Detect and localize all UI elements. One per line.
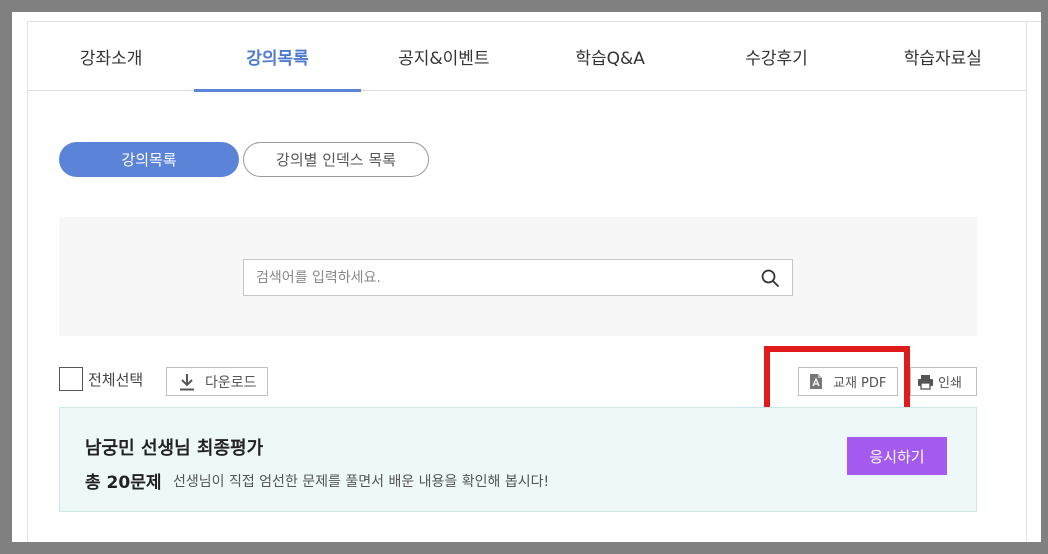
download-label: 다운로드 <box>205 374 257 391</box>
select-all-checkbox[interactable] <box>59 367 83 391</box>
exam-question-count: 총 20문제 <box>85 473 162 493</box>
tab-resources[interactable]: 학습자료실 <box>860 22 1026 91</box>
tab-reviews[interactable]: 수강후기 <box>693 22 859 91</box>
pdf-file-icon <box>809 373 823 390</box>
search-input[interactable] <box>244 260 744 295</box>
print-button[interactable]: 인쇄 <box>910 367 977 396</box>
exam-title: 남궁민 선생님 최종평가 <box>85 438 264 459</box>
search-box <box>243 259 793 296</box>
tab-lecture-list[interactable]: 강의목록 <box>194 22 361 92</box>
divider <box>1026 21 1027 542</box>
download-button[interactable]: 다운로드 <box>166 367 268 396</box>
divider <box>27 21 28 542</box>
tab-course-intro[interactable]: 강좌소개 <box>28 22 194 91</box>
printer-icon <box>917 374 934 390</box>
search-panel <box>59 217 977 336</box>
subtab-lecture-list[interactable]: 강의목록 <box>59 142 239 177</box>
search-icon[interactable] <box>760 268 780 288</box>
textbook-pdf-label: 교재 PDF <box>833 376 887 391</box>
download-icon <box>179 373 195 391</box>
select-all-label: 전체선택 <box>88 371 144 389</box>
tab-qna[interactable]: 학습Q&A <box>527 22 693 91</box>
final-exam-card: 남궁민 선생님 최종평가 총 20문제 선생님이 직접 엄선한 문제를 풀면서 … <box>59 407 977 512</box>
course-tabs: 강좌소개 강의목록 공지&이벤트 학습Q&A 수강후기 학습자료실 <box>28 22 1026 92</box>
take-exam-button[interactable]: 응시하기 <box>847 437 947 475</box>
textbook-pdf-button[interactable]: 교재 PDF <box>798 367 898 396</box>
exam-description: 선생님이 직접 엄선한 문제를 풀면서 배운 내용을 확인해 봅시다! <box>173 474 550 490</box>
page-frame: 강좌소개 강의목록 공지&이벤트 학습Q&A 수강후기 학습자료실 강의목록 강… <box>12 12 1041 542</box>
tab-notice-event[interactable]: 공지&이벤트 <box>361 22 527 91</box>
print-label: 인쇄 <box>938 376 962 391</box>
subtab-index-list[interactable]: 강의별 인덱스 목록 <box>243 142 429 177</box>
